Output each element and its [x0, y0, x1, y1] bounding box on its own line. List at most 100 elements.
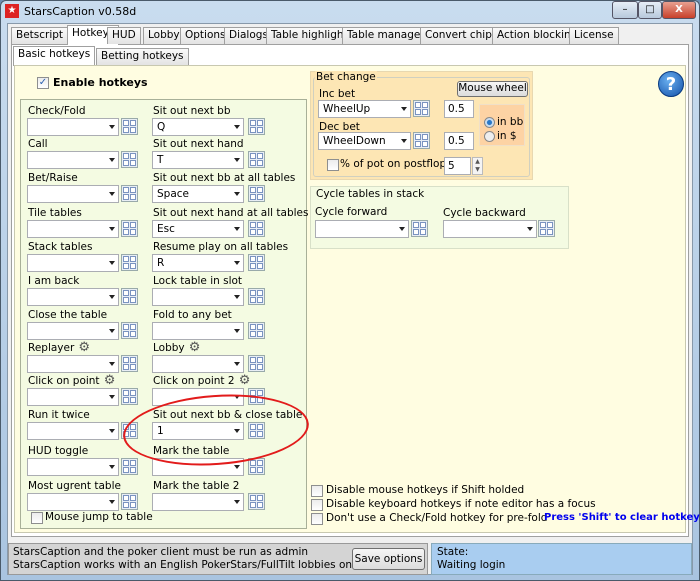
hotkey-capture-button[interactable]	[248, 151, 265, 168]
combo-value: Esc	[157, 223, 175, 235]
subtab-basic-hotkeys[interactable]: Basic hotkeys	[13, 46, 96, 66]
hotkey-capture-button[interactable]	[538, 220, 555, 237]
combo-value: Space	[157, 188, 189, 200]
pct-pot-spinner[interactable]: ▲ ▼	[472, 157, 483, 175]
hotkey-capture-button[interactable]	[121, 388, 138, 405]
chevron-down-icon	[109, 329, 115, 333]
gear-icon[interactable]: ⚙	[100, 373, 116, 388]
chevron-down-icon	[234, 295, 240, 299]
inc-bet-amount[interactable]: 0.5	[444, 100, 474, 118]
hotkey-capture-button[interactable]	[248, 254, 265, 271]
hotkey-capture-button[interactable]	[121, 118, 138, 135]
status-line-2: StarsCaption works with an English Poker…	[13, 559, 362, 571]
i-am-back-combo[interactable]	[27, 288, 119, 306]
sit-out-next-bb-at-all-tables-combo[interactable]: Space	[152, 185, 244, 203]
tab-options[interactable]: Options	[180, 27, 231, 44]
sit-out-next-hand-combo[interactable]: T	[152, 151, 244, 169]
close-button[interactable]: X	[662, 1, 696, 19]
hud-toggle-combo[interactable]	[27, 458, 119, 476]
lobby-combo[interactable]	[152, 355, 244, 373]
cycle-backward-combo[interactable]	[443, 220, 537, 238]
tab-lobby[interactable]: Lobby	[143, 27, 185, 44]
hotkey-capture-button[interactable]	[121, 493, 138, 510]
sit-out-next-bb-combo[interactable]: Q	[152, 118, 244, 136]
hotkey-capture-button[interactable]	[121, 458, 138, 475]
minimize-button[interactable]: –	[612, 1, 638, 19]
pct-pot-checkbox[interactable]	[327, 159, 339, 171]
hotkey-capture-button[interactable]	[248, 355, 265, 372]
tile-tables-combo[interactable]	[27, 220, 119, 238]
hotkey-capture-button[interactable]	[248, 118, 265, 135]
sit-out-next-bb-at-all-tables-label: Sit out next bb at all tables	[153, 172, 295, 184]
disable-mouse-checkbox[interactable]	[311, 485, 323, 497]
tab-table-highlight[interactable]: Table highlight	[266, 27, 353, 44]
gear-icon[interactable]: ⚙	[185, 340, 201, 355]
hotkey-capture-button[interactable]	[121, 185, 138, 202]
hotkey-capture-button[interactable]	[121, 220, 138, 237]
tab-table-manager[interactable]: Table manager	[342, 27, 430, 44]
help-icon[interactable]: ?	[658, 71, 684, 97]
maximize-button[interactable]: □	[638, 1, 662, 19]
most-ugrent-table-combo[interactable]	[27, 493, 119, 511]
dec-bet-combo[interactable]: WheelDown	[318, 132, 411, 150]
mouse-wheel-button[interactable]: Mouse wheel	[457, 81, 528, 97]
gear-icon[interactable]: ⚙	[74, 340, 90, 355]
tab-convert-chips[interactable]: Convert chips	[420, 27, 503, 44]
hotkey-label-text: Call	[28, 138, 48, 150]
hotkey-capture-button[interactable]	[248, 493, 265, 510]
fold-to-any-bet-combo[interactable]	[152, 322, 244, 340]
click-on-point-combo[interactable]	[27, 388, 119, 406]
chevron-down-icon	[234, 500, 240, 504]
hotkey-capture-button[interactable]	[248, 322, 265, 339]
hotkey-capture-button[interactable]	[248, 458, 265, 475]
hotkey-capture-button[interactable]	[121, 322, 138, 339]
pct-pot-input[interactable]: 5	[444, 157, 471, 175]
hotkey-capture-button[interactable]	[121, 254, 138, 271]
hotkey-capture-button[interactable]	[248, 288, 265, 305]
hotkey-capture-button[interactable]	[413, 132, 430, 149]
in-bb-radio[interactable]	[484, 117, 495, 128]
tab-hud[interactable]: HUD	[107, 27, 141, 44]
replayer-combo[interactable]	[27, 355, 119, 373]
hotkey-capture-button[interactable]	[248, 220, 265, 237]
pct-pot-label: % of pot on postflop	[340, 158, 447, 170]
mouse-jump-label: Mouse jump to table	[45, 511, 153, 523]
i-am-back-label: I am back	[28, 275, 79, 287]
hotkey-capture-button[interactable]	[413, 100, 430, 117]
stack-tables-combo[interactable]	[27, 254, 119, 272]
no-checkfold-prefold-checkbox[interactable]	[311, 513, 323, 525]
save-options-button[interactable]: Save options	[352, 548, 425, 570]
chevron-down-icon	[109, 158, 115, 162]
tab-betscript[interactable]: Betscript	[11, 27, 69, 44]
lock-table-in-slot-combo[interactable]	[152, 288, 244, 306]
bet-change-title: Bet change	[315, 71, 377, 83]
hotkey-capture-button[interactable]	[121, 151, 138, 168]
bet-raise-combo[interactable]	[27, 185, 119, 203]
tab-license[interactable]: License	[569, 27, 619, 44]
hotkey-label-text: HUD toggle	[28, 445, 89, 457]
mark-the-table-2-combo[interactable]	[152, 493, 244, 511]
gear-icon[interactable]: ⚙	[235, 373, 251, 388]
hotkey-capture-button[interactable]	[248, 185, 265, 202]
hotkey-label-text: Sit out next hand at all tables	[153, 207, 309, 219]
run-it-twice-combo[interactable]	[27, 422, 119, 440]
mouse-jump-checkbox[interactable]	[31, 512, 43, 524]
hotkey-label-text: Replayer	[28, 342, 75, 354]
disable-keyboard-checkbox[interactable]	[311, 499, 323, 511]
hotkey-label-text: Click on point 2	[153, 375, 235, 387]
tile-tables-label: Tile tables	[28, 207, 82, 219]
hotkey-capture-button[interactable]	[121, 288, 138, 305]
inc-bet-combo[interactable]: WheelUp	[318, 100, 411, 118]
subtab-betting-hotkeys[interactable]: Betting hotkeys	[96, 48, 189, 65]
hotkey-capture-button[interactable]	[121, 355, 138, 372]
dec-bet-amount[interactable]: 0.5	[444, 132, 474, 150]
call-combo[interactable]	[27, 151, 119, 169]
cycle-forward-combo[interactable]	[315, 220, 409, 238]
enable-hotkeys-checkbox[interactable]: ✓	[37, 77, 49, 89]
in-dollar-radio[interactable]	[484, 131, 495, 142]
close-the-table-combo[interactable]	[27, 322, 119, 340]
resume-play-on-all-tables-combo[interactable]: R	[152, 254, 244, 272]
check-fold-combo[interactable]	[27, 118, 119, 136]
hotkey-capture-button[interactable]	[411, 220, 428, 237]
sit-out-next-hand-at-all-tables-combo[interactable]: Esc	[152, 220, 244, 238]
